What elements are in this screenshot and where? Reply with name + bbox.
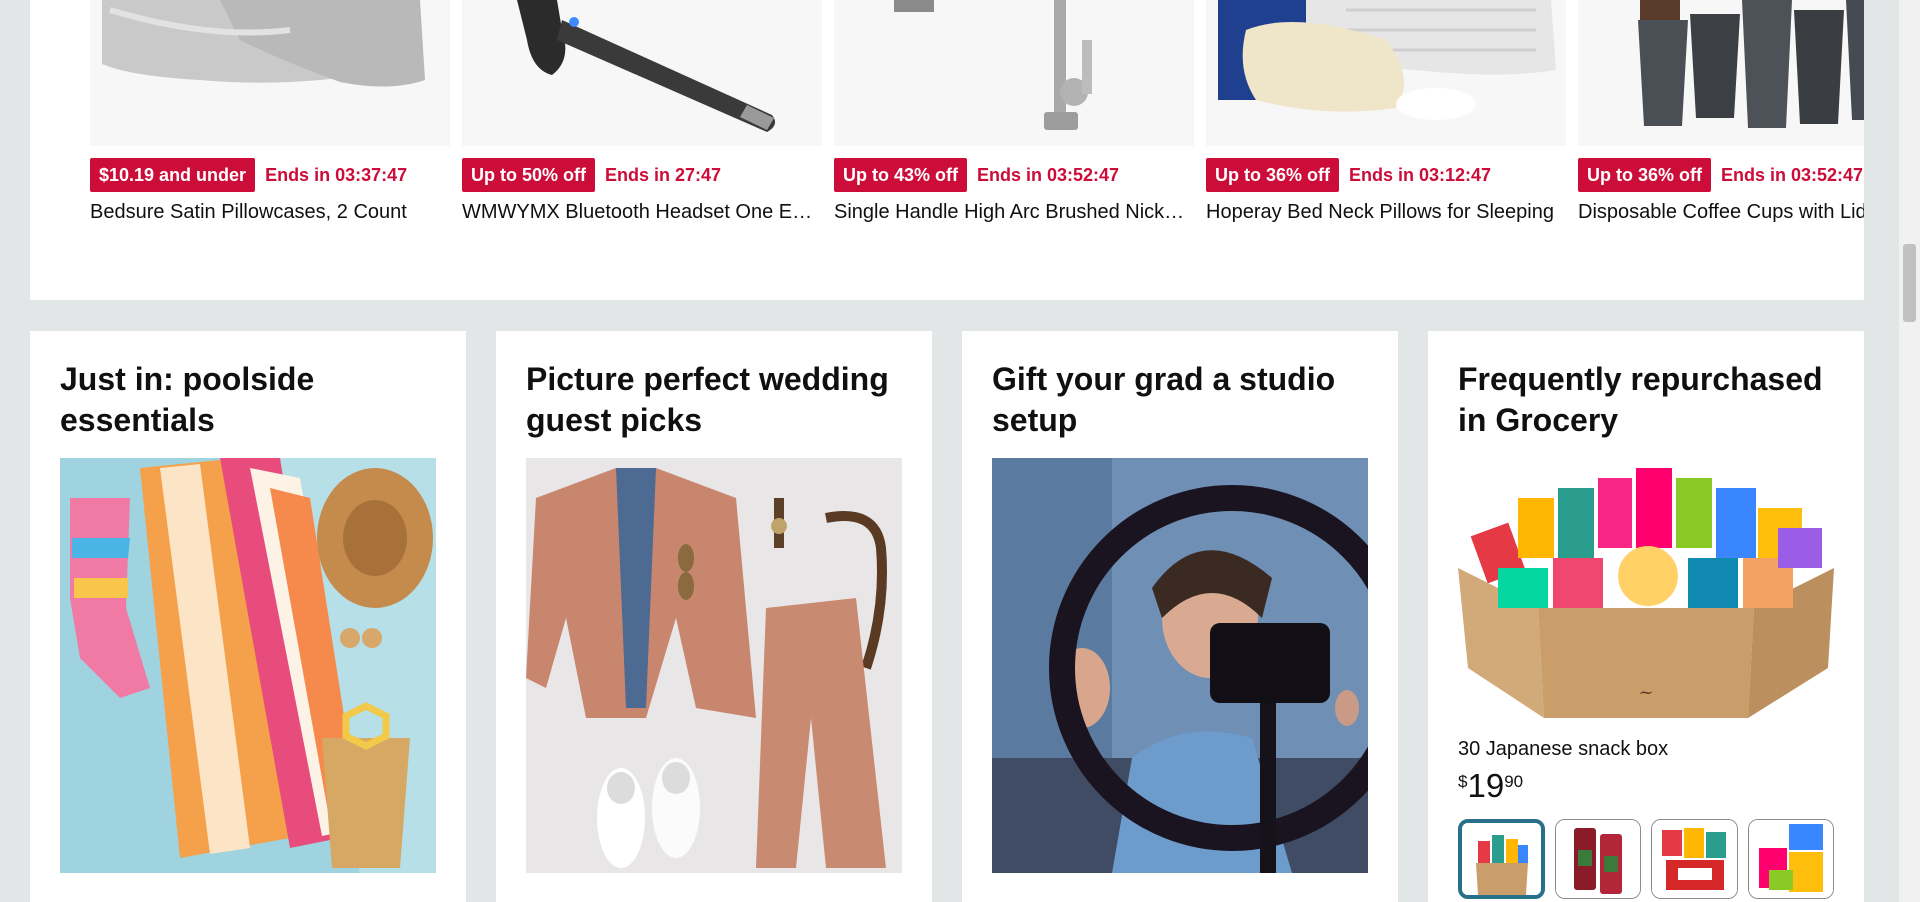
deal-image-coffee-cups[interactable] <box>1578 0 1864 146</box>
deal-countdown: Ends in 03:52:47 <box>1721 164 1864 185</box>
card-wedding: Picture perfect wedding guest picks <box>496 331 932 902</box>
card-image-wedding[interactable] <box>526 458 902 873</box>
card-image-poolside[interactable] <box>60 458 436 873</box>
deals-carousel: $10.19 and under Ends in 03:37:47 Bedsur… <box>60 0 1864 300</box>
deal-badge: Up to 50% off <box>462 158 595 192</box>
card-poolside: Just in: poolside essentials <box>30 331 466 902</box>
deal-title[interactable]: Bedsure Satin Pillowcases, 2 Count <box>90 201 450 224</box>
deal-card[interactable]: Up to 43% off Ends in 03:52:47 Single Ha… <box>834 0 1194 224</box>
card-title[interactable]: Picture perfect wedding guest picks <box>526 359 902 441</box>
page-scrollbar[interactable] <box>1899 0 1920 902</box>
deal-image-headset[interactable] <box>462 0 822 146</box>
deal-card[interactable]: $10.19 and under Ends in 03:37:47 Bedsur… <box>90 0 450 224</box>
card-title[interactable]: Gift your grad a studio setup <box>992 359 1368 441</box>
price-whole: 19 <box>1467 767 1505 804</box>
product-image-snack-box[interactable]: ~ <box>1458 458 1834 726</box>
thumbnail-snack-assortment[interactable] <box>1651 819 1738 899</box>
deal-card[interactable]: Up to 36% off Ends in 03:12:47 Hoperay B… <box>1206 0 1566 224</box>
thumbnail-snack-box[interactable] <box>1458 819 1545 899</box>
deal-image-faucet[interactable] <box>834 0 1194 146</box>
card-title[interactable]: Frequently repurchased in Grocery <box>1458 359 1834 441</box>
product-title[interactable]: 30 Japanese snack box <box>1458 738 1834 761</box>
todays-deals-panel: $10.19 and under Ends in 03:37:47 Bedsur… <box>30 0 1864 300</box>
product-price: $ 19 90 <box>1458 769 1834 803</box>
price-symbol: $ <box>1458 772 1468 791</box>
deal-card[interactable]: Up to 50% off Ends in 27:47 WMWYMX Bluet… <box>462 0 822 224</box>
card-grocery: Frequently repurchased in Grocery ~ 30 J… <box>1428 331 1864 902</box>
deal-countdown: Ends in 03:37:47 <box>265 164 408 185</box>
deal-title[interactable]: WMWYMX Bluetooth Headset One Ear Wireles… <box>462 201 822 224</box>
card-image-studio[interactable] <box>992 458 1368 873</box>
thumbnail-snack-bags[interactable] <box>1554 819 1642 899</box>
deal-card[interactable]: Up to 36% off Ends in 03:52:47 Disposabl… <box>1578 0 1864 224</box>
product-thumbnails <box>1458 819 1834 899</box>
deal-image-pillowcases[interactable] <box>90 0 450 146</box>
deal-badge: $10.19 and under <box>90 158 256 192</box>
card-grad: Gift your grad a studio setup <box>962 331 1398 902</box>
deal-title[interactable]: Disposable Coffee Cups with Lids <box>1578 201 1864 224</box>
thumbnail-snack-pack[interactable] <box>1747 819 1834 899</box>
deal-image-pillows[interactable] <box>1206 0 1566 146</box>
price-fraction: 90 <box>1504 772 1524 791</box>
deal-title[interactable]: Hoperay Bed Neck Pillows for Sleeping <box>1206 201 1566 224</box>
deal-countdown: Ends in 03:12:47 <box>1349 164 1492 185</box>
deal-badge: Up to 43% off <box>834 158 967 192</box>
deal-badge: Up to 36% off <box>1206 158 1339 192</box>
deal-badge: Up to 36% off <box>1578 158 1711 192</box>
svg-text:~: ~ <box>1638 682 1653 703</box>
deal-countdown: Ends in 27:47 <box>605 164 722 185</box>
deal-countdown: Ends in 03:52:47 <box>977 164 1120 185</box>
card-title[interactable]: Just in: poolside essentials <box>60 359 436 441</box>
scrollbar-thumb[interactable] <box>1903 244 1916 322</box>
deal-title[interactable]: Single Handle High Arc Brushed Nickel Ki… <box>834 201 1194 224</box>
